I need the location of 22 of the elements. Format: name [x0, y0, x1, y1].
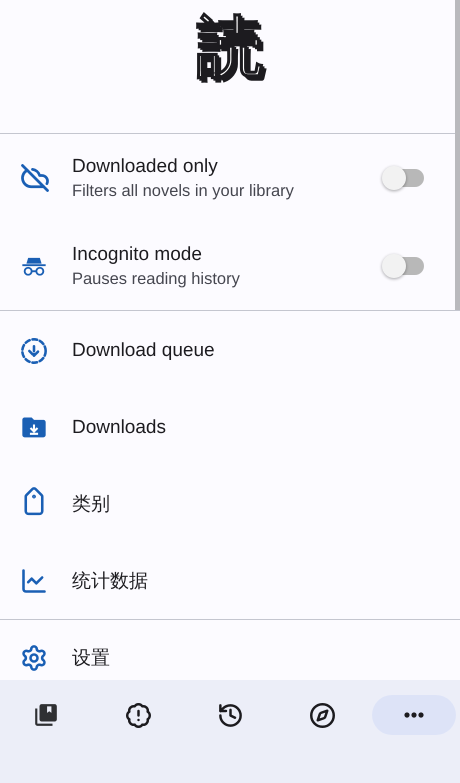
line-chart-icon	[20, 566, 48, 595]
more-icon	[404, 712, 424, 718]
settings-icon	[20, 644, 48, 672]
alert-badge-icon	[124, 702, 152, 728]
cloud-off-icon	[20, 163, 50, 193]
library-icon	[33, 702, 59, 728]
menu-item[interactable]: Download queue	[72, 340, 215, 362]
history-icon	[216, 702, 244, 728]
compass-icon	[308, 702, 336, 728]
menu-item[interactable]: 设置	[72, 645, 110, 672]
setting-title: Incognito mode	[72, 244, 203, 266]
setting-title: Downloaded only	[72, 156, 219, 178]
toggle-switch[interactable]	[382, 164, 426, 192]
app-logo: 読	[197, 14, 263, 80]
scrollbar[interactable]	[455, 0, 460, 310]
menu-item[interactable]: Downloads	[72, 416, 166, 439]
setting-description: Filters all novels in your library	[72, 182, 295, 200]
setting-description: Pauses reading history	[72, 270, 241, 288]
menu-item[interactable]: 统计数据	[72, 568, 148, 594]
menu-item[interactable]: 类别	[72, 491, 110, 518]
download-circle-icon	[20, 337, 48, 366]
toggle-switch[interactable]	[382, 252, 426, 280]
